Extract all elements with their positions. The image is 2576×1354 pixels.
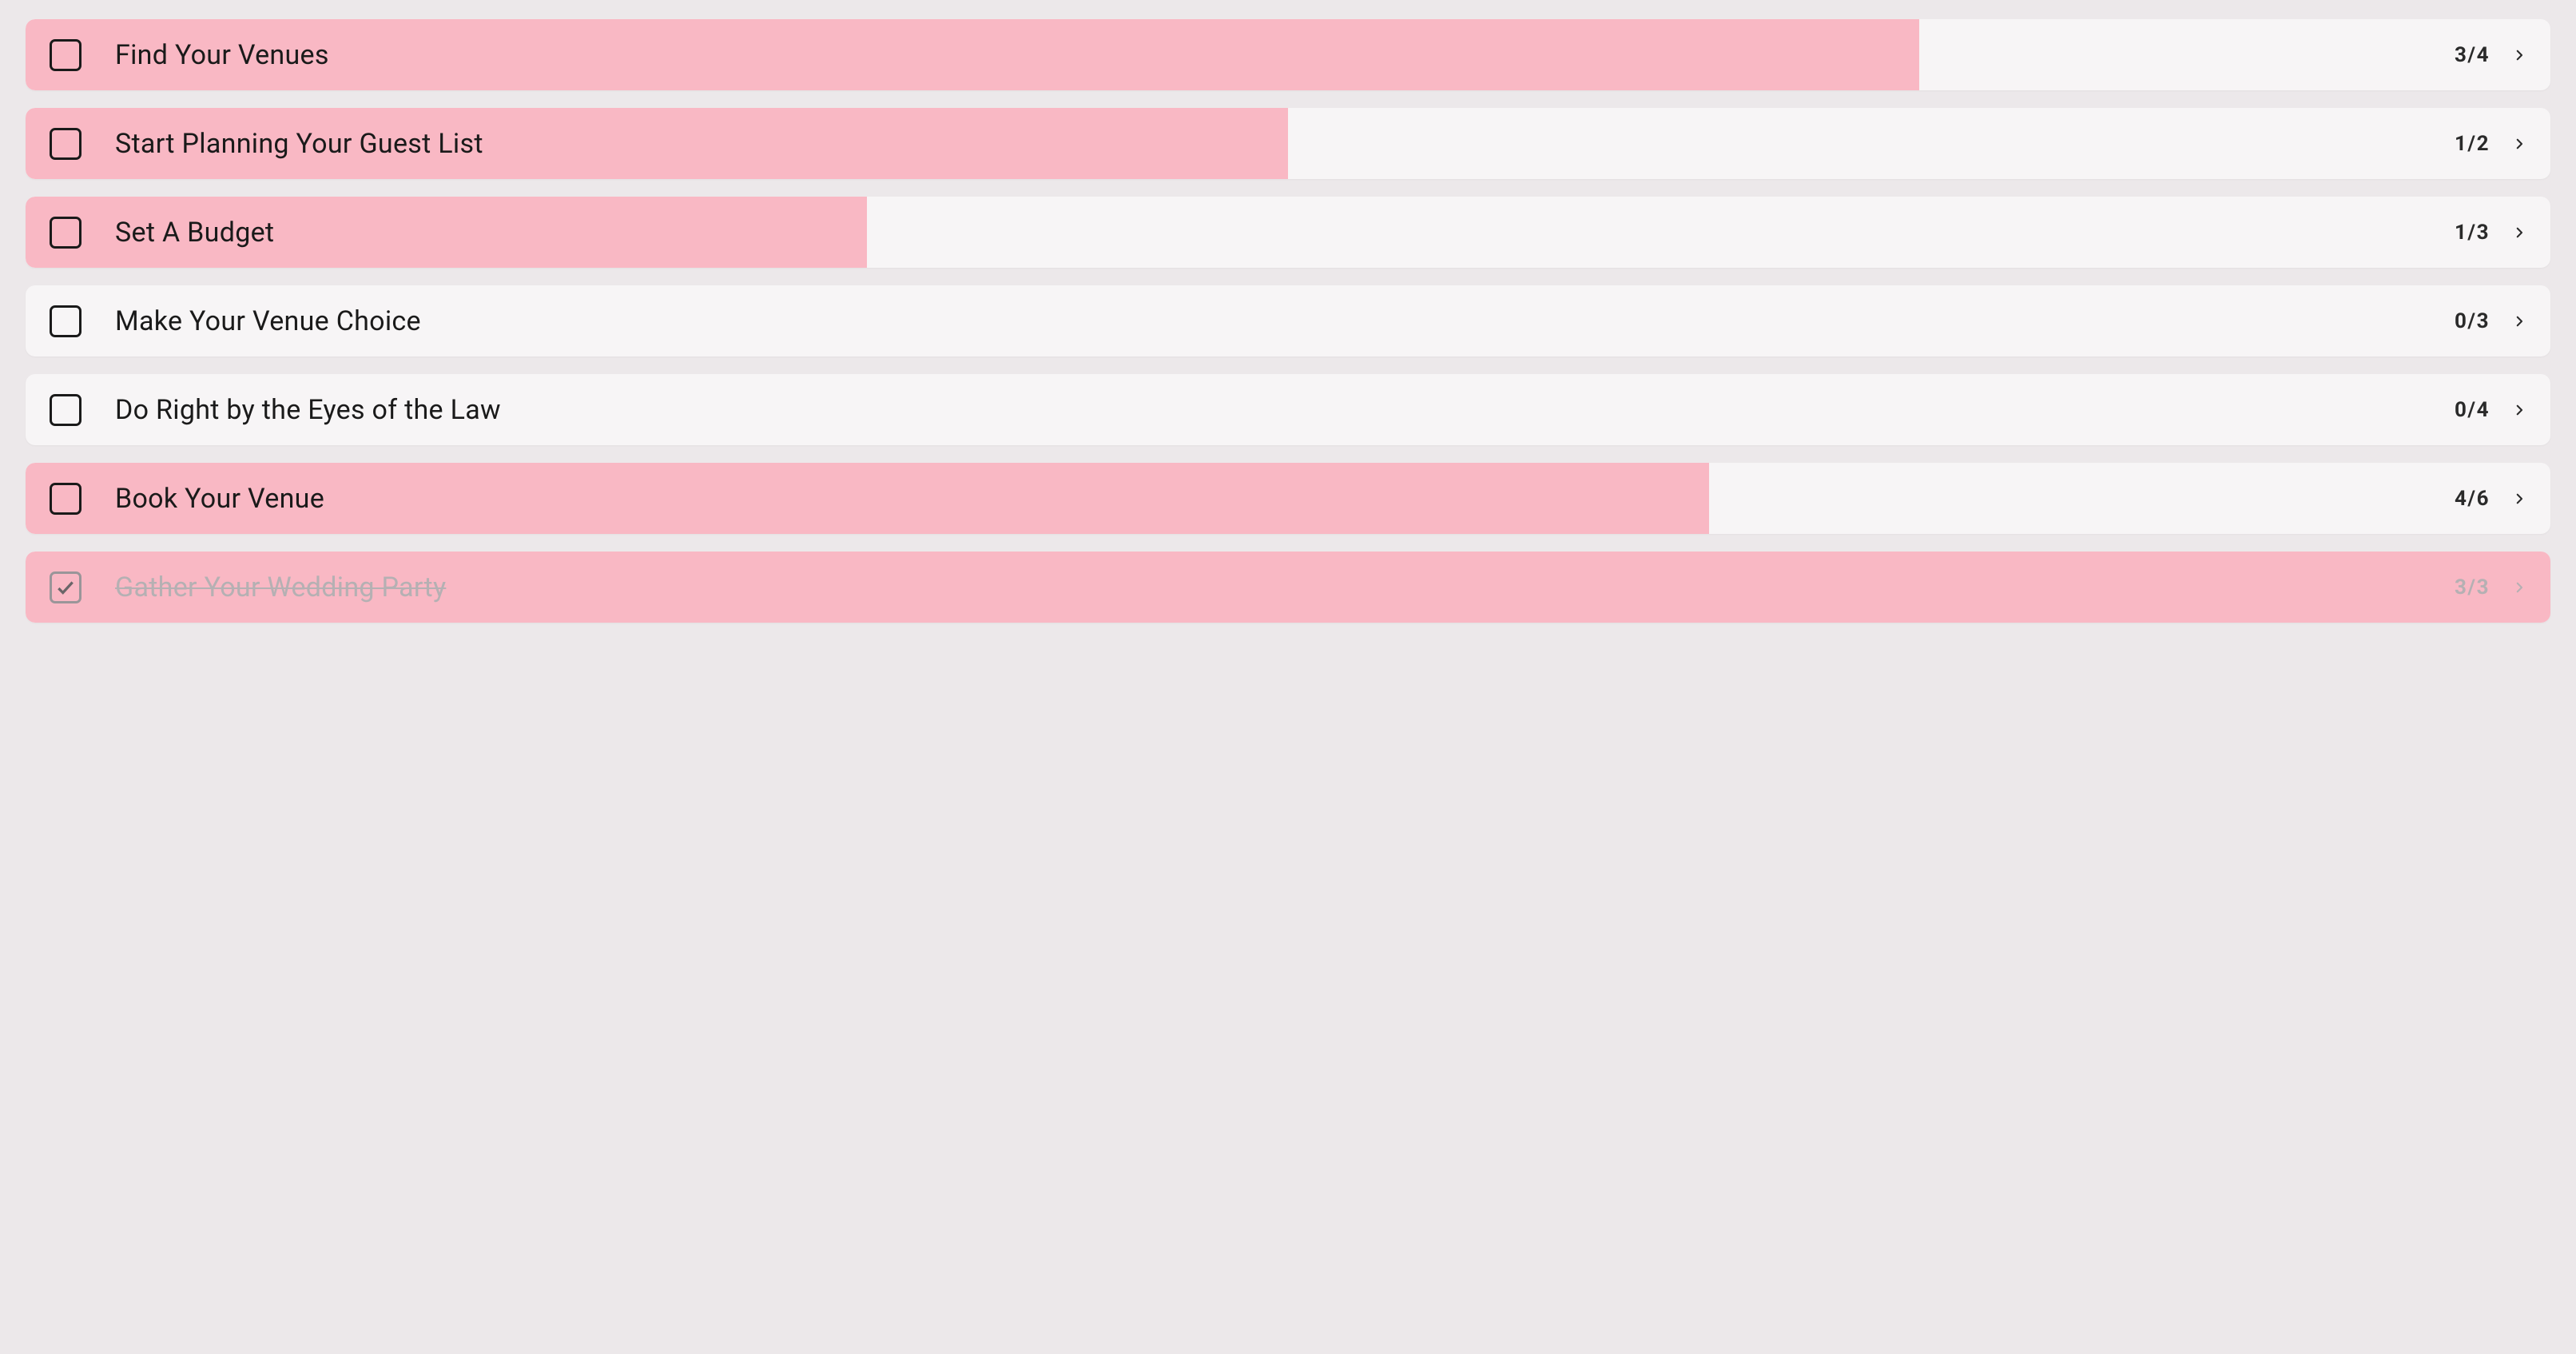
chevron-right-icon — [2512, 225, 2526, 240]
task-content: Start Planning Your Guest List1/2 — [26, 128, 2550, 160]
task-checkbox[interactable] — [50, 394, 81, 426]
task-checkbox[interactable] — [50, 39, 81, 71]
chevron-right-icon — [2512, 137, 2526, 151]
task-label: Find Your Venues — [115, 39, 2455, 71]
task-content: Book Your Venue4/6 — [26, 483, 2550, 515]
chevron-right-icon — [2512, 314, 2526, 329]
task-checkbox[interactable] — [50, 217, 81, 249]
chevron-right-icon — [2512, 580, 2526, 595]
task-count: 0/4 — [2455, 398, 2490, 422]
task-content: Set A Budget1/3 — [26, 217, 2550, 249]
task-list: Find Your Venues3/4 Start Planning Your G… — [26, 19, 2550, 623]
task-count: 4/6 — [2455, 487, 2490, 511]
task-content: Gather Your Wedding Party3/3 — [26, 571, 2550, 603]
task-row[interactable]: Book Your Venue4/6 — [26, 463, 2550, 534]
task-label: Gather Your Wedding Party — [115, 571, 2455, 603]
task-count: 0/3 — [2455, 309, 2490, 333]
task-count: 1/3 — [2455, 221, 2490, 245]
task-content: Find Your Venues3/4 — [26, 39, 2550, 71]
task-label: Book Your Venue — [115, 483, 2455, 515]
chevron-right-icon — [2512, 492, 2526, 506]
task-count: 1/2 — [2455, 132, 2490, 156]
task-row[interactable]: Make Your Venue Choice0/3 — [26, 285, 2550, 356]
task-checkbox[interactable] — [50, 483, 81, 515]
task-row[interactable]: Set A Budget1/3 — [26, 197, 2550, 268]
task-label: Set A Budget — [115, 217, 2455, 249]
chevron-right-icon — [2512, 403, 2526, 417]
chevron-right-icon — [2512, 48, 2526, 62]
task-label: Make Your Venue Choice — [115, 305, 2455, 337]
task-row[interactable]: Gather Your Wedding Party3/3 — [26, 552, 2550, 623]
task-content: Make Your Venue Choice0/3 — [26, 305, 2550, 337]
task-row[interactable]: Start Planning Your Guest List1/2 — [26, 108, 2550, 179]
task-count: 3/3 — [2455, 575, 2490, 599]
task-content: Do Right by the Eyes of the Law0/4 — [26, 394, 2550, 426]
task-count: 3/4 — [2455, 43, 2490, 67]
task-label: Start Planning Your Guest List — [115, 128, 2455, 160]
checkmark-icon — [55, 577, 76, 598]
task-row[interactable]: Do Right by the Eyes of the Law0/4 — [26, 374, 2550, 445]
task-row[interactable]: Find Your Venues3/4 — [26, 19, 2550, 90]
task-checkbox[interactable] — [50, 128, 81, 160]
task-label: Do Right by the Eyes of the Law — [115, 394, 2455, 426]
task-checkbox[interactable] — [50, 305, 81, 337]
task-checkbox[interactable] — [50, 571, 81, 603]
